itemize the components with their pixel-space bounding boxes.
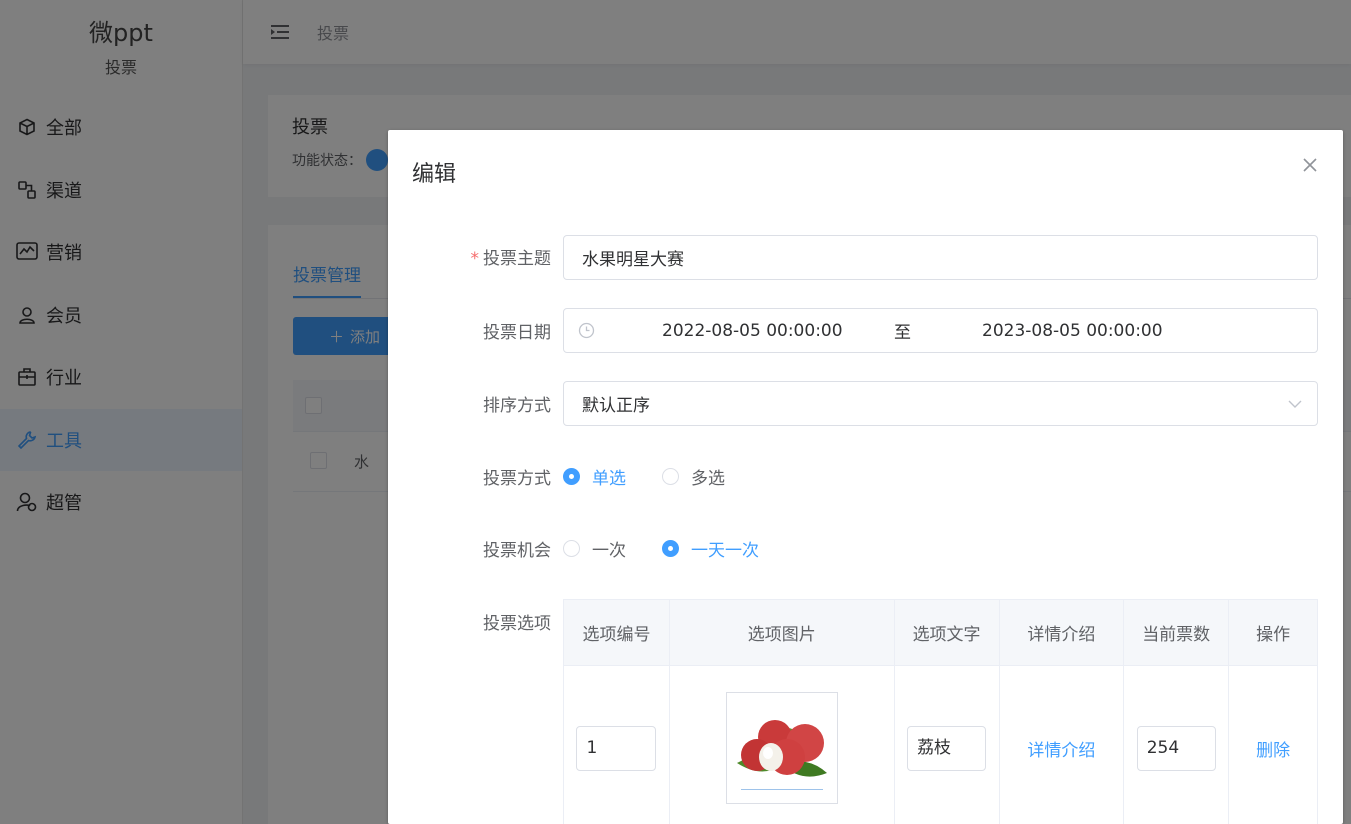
lychee-image: [736, 720, 827, 790]
radio-dot: [563, 468, 580, 485]
option-votes-input[interactable]: 254: [1136, 725, 1216, 771]
cell-image: [668, 665, 895, 824]
cell-votes: 254: [1123, 665, 1230, 824]
chance-label: 投票机会: [483, 541, 551, 561]
option-text-input[interactable]: 荔枝: [907, 725, 987, 771]
mode-label: 投票方式: [483, 469, 551, 489]
theme-input[interactable]: 水果明星大赛: [563, 235, 1318, 280]
sort-value: 默认正序: [582, 396, 650, 416]
radio-label: 一天一次: [691, 541, 759, 561]
sort-label: 排序方式: [483, 396, 551, 416]
cell-text: 荔枝: [893, 665, 1000, 824]
col-votes: 当前票数: [1123, 599, 1230, 666]
theme-value: 水果明星大赛: [582, 250, 684, 270]
option-image[interactable]: [725, 692, 838, 804]
radio-dot: [662, 540, 679, 557]
radio-label: 一次: [592, 541, 626, 561]
close-icon[interactable]: [1301, 156, 1319, 174]
chance-radio-group: 一次 一天一次: [563, 536, 795, 561]
radio-label: 多选: [691, 469, 725, 489]
col-text: 选项文字: [893, 599, 1000, 666]
table-row: 1 荔枝 详情介绍 254 删除: [563, 665, 1318, 824]
required-mark: *: [470, 249, 480, 269]
cell-number: 1: [563, 665, 670, 824]
clock-icon: [578, 322, 595, 339]
theme-label: * 投票主题: [470, 249, 552, 269]
col-image: 选项图片: [668, 599, 895, 666]
radio-single[interactable]: 单选: [563, 464, 626, 489]
date-start[interactable]: 2022-08-05 00:00:00: [662, 321, 843, 341]
radio-label: 单选: [592, 469, 626, 489]
options-table: 选项编号 选项图片 选项文字 详情介绍 当前票数 操作 1 荔枝 详情介绍 25…: [563, 599, 1318, 824]
date-label: 投票日期: [483, 323, 551, 343]
option-number-input[interactable]: 1: [576, 725, 657, 771]
date-end[interactable]: 2023-08-05 00:00:00: [982, 321, 1163, 341]
cell-detail: 详情介绍: [998, 665, 1125, 824]
detail-link[interactable]: 详情介绍: [1027, 741, 1095, 761]
options-table-header: 选项编号 选项图片 选项文字 详情介绍 当前票数 操作: [563, 599, 1318, 666]
radio-once[interactable]: 一次: [563, 536, 626, 561]
cell-action: 删除: [1228, 665, 1318, 824]
sort-select[interactable]: 默认正序: [563, 381, 1318, 426]
radio-dot: [563, 540, 580, 557]
edit-dialog: 编辑 * 投票主题 水果明星大赛 投票日期 2022-08-05 00:00:00…: [388, 130, 1343, 824]
col-detail: 详情介绍: [998, 599, 1125, 666]
mode-radio-group: 单选 多选: [563, 464, 761, 489]
delete-link[interactable]: 删除: [1256, 741, 1290, 761]
radio-multiple[interactable]: 多选: [662, 464, 725, 489]
radio-dot: [662, 468, 679, 485]
options-label: 投票选项: [483, 614, 551, 634]
col-action: 操作: [1228, 599, 1318, 666]
dialog-title: 编辑: [412, 162, 457, 187]
date-range-picker[interactable]: 2022-08-05 00:00:00 至 2023-08-05 00:00:0…: [563, 308, 1318, 353]
col-number: 选项编号: [563, 599, 670, 666]
radio-daily[interactable]: 一天一次: [662, 536, 759, 561]
chevron-down-icon: [1287, 396, 1303, 412]
date-separator: 至: [894, 323, 911, 343]
